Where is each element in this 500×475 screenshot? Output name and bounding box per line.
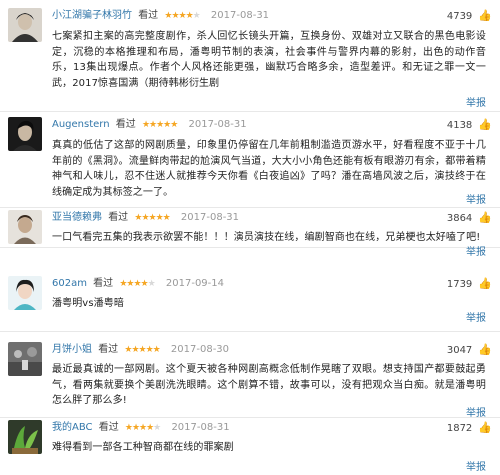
user-avatar-image [8,210,42,244]
thumbs-up-icon[interactable]: 👍 [478,277,492,290]
thumbs-up-icon[interactable]: 👍 [478,9,492,22]
watched-label: 看过 [108,212,129,223]
comment-item: 月饼小姐 看过 ★★★★★ 2017-08-30 3047 👍 最近最真诚的一部网… [0,342,500,419]
username-link[interactable]: 小江湖骗子林羽竹 [52,10,132,21]
thumbs-up-icon[interactable]: 👍 [478,343,492,356]
comment-item: 小江湖骗子林羽竹 看过 ★★★★★ 2017-08-31 4739 👍 七案紧扣主… [0,8,500,112]
rating-stars: ★★★★★ [124,345,160,355]
comment-date: 2017-08-31 [210,10,270,21]
avatar[interactable] [8,117,42,151]
useful-vote[interactable]: 4138 👍 [447,118,492,131]
useful-count: 3047 [446,345,473,356]
useful-vote[interactable]: 3864 👍 [447,211,492,224]
comment-text: 真真的低估了这部的网剧质量，印象里仍停留在几年前粗制滥造页游水平，好看程度不亚于… [52,140,486,198]
useful-count: 4739 [446,11,473,22]
comment-item: 我的ABC 看过 ★★★★★ 2017-08-31 1872 👍 难得看到一部各工… [0,420,500,475]
rating-stars: ★★★★★ [119,279,155,289]
comment-header: 亚当德赖弗 看过 ★★★★★ 2017-08-31 [52,211,492,225]
watched-label: 看过 [115,119,136,130]
comment-text: 潘粤明vs潘粤暗 [52,298,124,309]
comment-date: 2017-08-31 [171,422,230,433]
comment-header: 月饼小姐 看过 ★★★★★ 2017-08-30 [52,343,492,357]
thumbs-up-icon[interactable]: 👍 [478,211,492,224]
comment-header: Augenstern 看过 ★★★★★ 2017-08-31 [52,118,492,132]
useful-count: 1872 [446,423,473,434]
comment-date: 2017-08-30 [170,344,230,355]
useful-count: 1739 [446,279,473,290]
username-link[interactable]: 我的ABC [52,422,93,433]
comment-header: 602am 看过 ★★★★★ 2017-09-14 [52,277,492,291]
comment-date: 2017-08-31 [188,119,247,130]
avatar[interactable] [8,210,42,244]
username-link[interactable]: Augenstern [52,119,110,130]
avatar[interactable] [8,8,42,42]
user-avatar-image [8,342,42,376]
thumbs-up-icon[interactable]: 👍 [478,118,492,131]
comment-text: 一口气看完五集的我表示欲罢不能！！！演员演技在线，编剧智商也在线，兄弟梗也太好嗑… [52,232,481,243]
username-link[interactable]: 月饼小姐 [52,344,92,355]
avatar[interactable] [8,420,42,454]
watched-label: 看过 [98,422,119,433]
watched-label: 看过 [138,10,159,21]
rating-stars: ★★★★★ [124,423,161,433]
user-avatar-image [8,276,42,310]
comment-header: 我的ABC 看过 ★★★★★ 2017-08-31 [52,421,492,435]
rating-stars: ★★★★★ [164,11,200,21]
thumbs-up-icon[interactable]: 👍 [478,421,492,434]
comment-header: 小江湖骗子林羽竹 看过 ★★★★★ 2017-08-31 [52,9,492,23]
comment-text: 难得看到一部各工种智商都在线的罪案剧 [52,442,234,453]
report-link[interactable]: 举报 [466,243,486,258]
useful-vote[interactable]: 3047 👍 [447,343,492,356]
useful-count: 4138 [446,120,473,131]
comment-text: 七案紧扣主案的高完整度剧作，杀人回忆长镜头开篇，互换身份、双雄对立又联合的黑色电… [52,31,486,89]
avatar[interactable] [8,342,42,376]
comment-item: 602am 看过 ★★★★★ 2017-09-14 1739 👍 潘粤明vs潘粤暗… [0,276,500,332]
useful-count: 3864 [446,213,473,224]
username-link[interactable]: 亚当德赖弗 [52,212,102,223]
report-link[interactable]: 举报 [466,309,486,324]
user-avatar-image [8,420,42,454]
useful-vote[interactable]: 1739 👍 [447,277,492,290]
useful-vote[interactable]: 4739 👍 [447,9,492,22]
user-avatar-image [8,8,42,42]
comment-date: 2017-09-14 [165,278,225,289]
watched-label: 看过 [98,344,119,355]
report-link[interactable]: 举报 [466,458,486,473]
username-link[interactable]: 602am [52,278,87,289]
watched-label: 看过 [93,278,114,289]
report-link[interactable]: 举报 [466,94,486,109]
user-avatar-image [8,117,42,151]
rating-stars: ★★★★★ [134,213,170,223]
comment-item: 亚当德赖弗 看过 ★★★★★ 2017-08-31 3864 👍 一口气看完五集的… [0,210,500,258]
comment-item: Augenstern 看过 ★★★★★ 2017-08-31 4138 👍 真真的… [0,117,500,208]
avatar[interactable] [8,276,42,310]
comment-date: 2017-08-31 [180,212,240,223]
report-link[interactable]: 举报 [466,191,486,206]
rating-stars: ★★★★★ [141,120,178,130]
useful-vote[interactable]: 1872 👍 [447,421,492,434]
comment-text: 最近最真诚的一部网剧。这个夏天被各种网剧高概念低制作晃瞎了双眼。想支持国产都要鼓… [52,364,486,406]
report-link[interactable]: 举报 [466,404,486,419]
